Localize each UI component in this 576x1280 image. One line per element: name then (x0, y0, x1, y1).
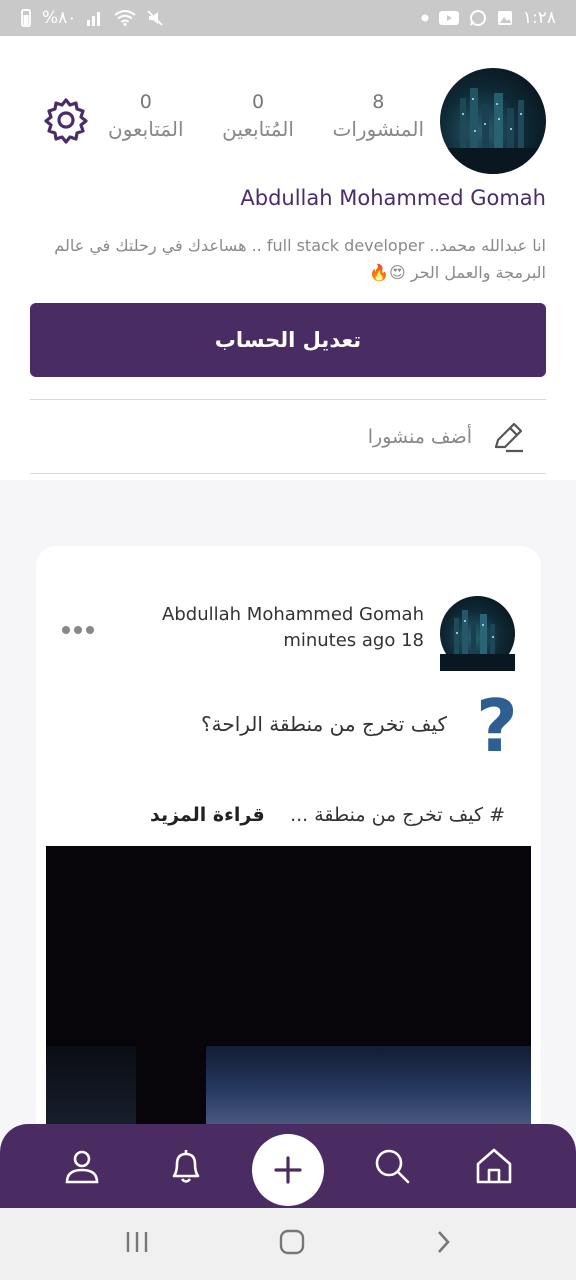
post-author-name[interactable]: Abdullah Mohammed Gomah (162, 604, 424, 625)
more-options-icon[interactable] (62, 626, 94, 634)
add-icon (274, 1156, 302, 1184)
post-excerpt: # كيف تخرج من منطقة ... (290, 804, 505, 826)
status-left: %٨٠ (20, 8, 164, 28)
stat-followers-count: 0 (252, 91, 265, 113)
stat-followers-label: المُتابعين (222, 117, 294, 141)
battery-icon (20, 9, 32, 27)
stat-posts-count: 8 (372, 91, 385, 113)
status-time: ١:٢٨ (522, 8, 556, 28)
profile-bio: انا عبدالله محمد.. full stack developer … (54, 236, 546, 282)
profile-avatar[interactable] (440, 68, 546, 174)
gallery-icon (497, 10, 513, 26)
post-image[interactable] (46, 846, 531, 1146)
system-nav-bar (0, 1208, 576, 1280)
post-card[interactable]: Abdullah Mohammed Gomah minutes ago 18 ?… (36, 546, 541, 1146)
pencil-icon (490, 419, 526, 455)
back-icon[interactable] (433, 1228, 453, 1260)
stat-following-label: المَتابعون (108, 117, 184, 141)
post-title[interactable]: كيف تخرج من منطقة الراحة؟ (201, 712, 447, 736)
home-icon[interactable] (472, 1144, 516, 1188)
bell-icon[interactable] (164, 1144, 208, 1188)
profile-icon[interactable] (60, 1144, 104, 1188)
recents-icon[interactable] (123, 1230, 151, 1258)
post-author-avatar[interactable] (440, 596, 515, 671)
profile-name: Abdullah Mohammed Gomah (240, 186, 546, 210)
stat-posts[interactable]: 8 المنشورات (333, 90, 424, 144)
stat-posts-label: المنشورات (332, 117, 424, 141)
add-post-fab[interactable] (252, 1134, 324, 1206)
question-mark-icon: ? (476, 684, 518, 768)
add-post-row[interactable]: أضف منشورا (30, 401, 546, 473)
battery-percent: %٨٠ (42, 8, 77, 28)
search-icon[interactable] (370, 1144, 414, 1188)
status-bar: %٨٠ ١:٢٨ (0, 0, 576, 36)
divider-bottom (30, 473, 546, 474)
whatsapp-icon (469, 9, 487, 27)
dot-icon (421, 14, 429, 22)
youtube-icon (438, 11, 459, 25)
read-more-link[interactable]: قراءة المزيد (150, 804, 265, 826)
profile-header: 8 المنشورات 0 المُتابعين 0 المَتابعون Ab… (0, 36, 576, 516)
stat-followers[interactable]: 0 المُتابعين (222, 90, 294, 144)
add-post-label: أضف منشورا (367, 426, 472, 448)
home-button-icon[interactable] (278, 1228, 306, 1260)
edit-profile-button[interactable]: تعديل الحساب (30, 303, 546, 377)
settings-gear-icon[interactable] (42, 96, 90, 144)
mute-icon (146, 9, 164, 27)
divider-top (30, 399, 546, 400)
bottom-nav (0, 1124, 576, 1208)
stat-following-count: 0 (139, 91, 152, 113)
status-right: ١:٢٨ (421, 8, 556, 28)
profile-stats: 8 المنشورات 0 المُتابعين 0 المَتابعون (108, 90, 424, 144)
post-timestamp: minutes ago 18 (283, 630, 424, 651)
wifi-icon (114, 10, 137, 26)
stat-following[interactable]: 0 المَتابعون (108, 90, 184, 144)
signal-icon (86, 10, 104, 26)
